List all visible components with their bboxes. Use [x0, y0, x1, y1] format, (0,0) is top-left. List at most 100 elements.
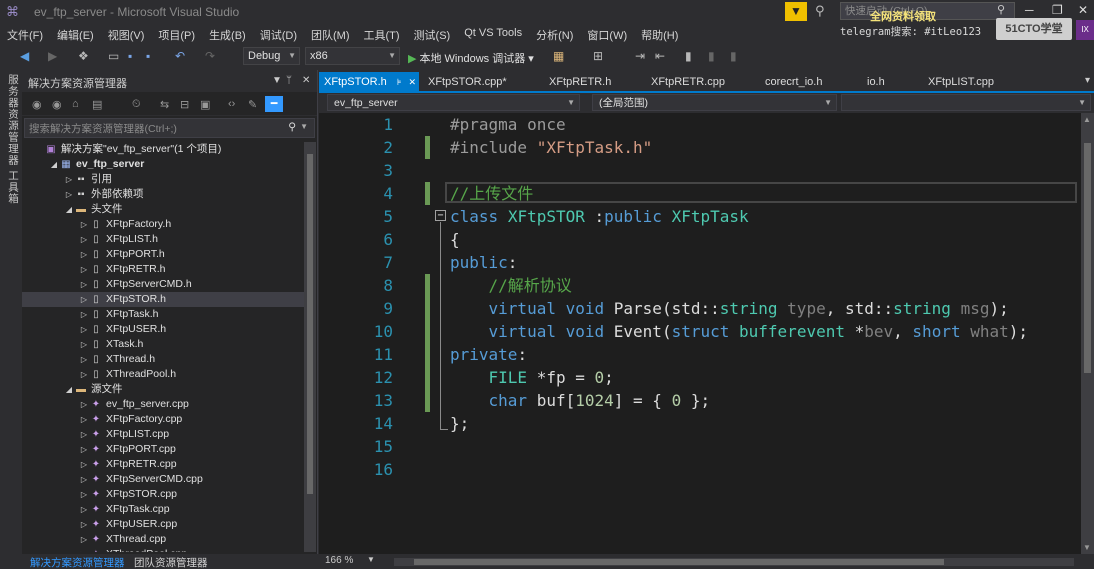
collapse-all-icon[interactable]: ⊟: [180, 98, 189, 111]
collapsed-arrow-icon[interactable]: ▷: [79, 487, 89, 502]
new-project-icon[interactable]: ❖: [78, 49, 89, 63]
search-icon[interactable]: ⚲: [997, 3, 1005, 16]
back-icon[interactable]: ◉: [32, 98, 42, 111]
collapse-toggle-icon[interactable]: −: [435, 210, 446, 221]
properties-icon[interactable]: ✎: [248, 98, 257, 111]
configuration-select[interactable]: Debug ▼: [243, 47, 300, 65]
collapsed-arrow-icon[interactable]: ▷: [79, 292, 89, 307]
collapsed-arrow-icon[interactable]: ▷: [79, 337, 89, 352]
menu-window[interactable]: 窗口(W): [580, 24, 634, 44]
redo-icon[interactable]: ↷: [205, 49, 215, 63]
menu-tools[interactable]: 工具(T): [357, 24, 407, 44]
collapsed-arrow-icon[interactable]: ▷: [79, 322, 89, 337]
pin-icon[interactable]: ⊧: [397, 77, 402, 87]
tree-item[interactable]: ◢ ▦ ev_ftp_server: [22, 157, 304, 172]
close-icon[interactable]: ✕: [409, 77, 417, 87]
tree-scrollbar-thumb[interactable]: [307, 154, 313, 494]
chevron-down-icon[interactable]: ▼: [272, 75, 282, 86]
show-all-files-icon[interactable]: ▣: [200, 98, 210, 111]
tree-item[interactable]: ▷ ▯ XFtpServerCMD.h: [22, 277, 304, 292]
tree-item[interactable]: ◢ ▬ 头文件: [22, 202, 304, 217]
forward-icon[interactable]: ◉: [52, 98, 62, 111]
tab-overflow-icon[interactable]: ▾: [1085, 75, 1090, 86]
tree-item[interactable]: ▷ ▪▪ 外部依赖项: [22, 187, 304, 202]
project-scope-select[interactable]: ev_ftp_server ▼: [327, 94, 580, 111]
tree-item[interactable]: ▷ ▯ XThread.h: [22, 352, 304, 367]
solution-search-input[interactable]: 搜索解决方案资源管理器(Ctrl+;) ⚲ ▼: [24, 118, 315, 138]
start-debugging-button[interactable]: ▶ 本地 Windows 调试器 ▾: [408, 50, 534, 66]
menu-file[interactable]: 文件(F): [0, 24, 50, 44]
collapsed-arrow-icon[interactable]: ▷: [79, 247, 89, 262]
preview-selected-icon[interactable]: ━: [265, 96, 283, 112]
scroll-up-icon[interactable]: ▲: [1083, 115, 1091, 124]
collapsed-arrow-icon[interactable]: ▷: [79, 397, 89, 412]
tab-xftpstor-cpp[interactable]: XFtpSTOR.cpp*: [423, 72, 507, 92]
tree-item[interactable]: ▷ ✦ XThread.cpp: [22, 532, 304, 547]
tree-scrollbar[interactable]: [304, 142, 316, 552]
collapsed-arrow-icon[interactable]: ▷: [79, 277, 89, 292]
collapsed-arrow-icon[interactable]: ▷: [79, 427, 89, 442]
menu-team[interactable]: 团队(M): [304, 24, 357, 44]
collapsed-arrow-icon[interactable]: ▷: [79, 367, 89, 382]
tree-item[interactable]: ▷ ✦ XFtpTask.cpp: [22, 502, 304, 517]
tree-item[interactable]: ▷ ▯ XFtpPORT.h: [22, 247, 304, 262]
collapsed-arrow-icon[interactable]: ▷: [79, 442, 89, 457]
tree-item[interactable]: ◢ ▬ 源文件: [22, 382, 304, 397]
tree-item[interactable]: ▷ ▯ XFtpFactory.h: [22, 217, 304, 232]
server-explorer-tab[interactable]: 服务器资源管理器: [6, 74, 21, 166]
tree-item[interactable]: ▷ ✦ XFtpPORT.cpp: [22, 442, 304, 457]
tab-xftplist-cpp[interactable]: XFtpLIST.cpp: [923, 72, 994, 92]
collapsed-arrow-icon[interactable]: ▷: [79, 457, 89, 472]
forward-icon[interactable]: ▶: [48, 49, 57, 63]
prev-bookmark-icon[interactable]: ▮: [708, 49, 715, 63]
tree-item[interactable]: ▷ ▪▪ 引用: [22, 172, 304, 187]
restore-icon[interactable]: ❐: [1052, 3, 1063, 17]
menu-test[interactable]: 测试(S): [407, 24, 458, 44]
menu-build[interactable]: 生成(B): [202, 24, 253, 44]
tree-item[interactable]: ▷ ✦ XFtpFactory.cpp: [22, 412, 304, 427]
tree-item[interactable]: ▷ ✦ XFtpRETR.cpp: [22, 457, 304, 472]
tab-io-h[interactable]: io.h: [862, 72, 885, 92]
tab-xftpretr-cpp[interactable]: XFtpRETR.cpp: [646, 72, 725, 92]
editor-scrollbar-thumb[interactable]: [1084, 143, 1091, 373]
tree-item[interactable]: ▷ ▯ XFtpSTOR.h: [22, 292, 304, 307]
save-icon[interactable]: ▪: [128, 49, 132, 63]
expanded-arrow-icon[interactable]: ◢: [64, 382, 74, 397]
bookmark-icon[interactable]: ▮: [685, 49, 692, 63]
menu-analyze[interactable]: 分析(N): [529, 24, 580, 44]
editor-vertical-scrollbar[interactable]: ▲ ▼: [1081, 113, 1094, 554]
back-icon[interactable]: ◀: [20, 49, 29, 63]
open-file-icon[interactable]: ▭: [108, 49, 119, 63]
chevron-down-icon[interactable]: ▼: [300, 122, 308, 131]
home-icon[interactable]: ⌂: [72, 98, 79, 110]
collapsed-arrow-icon[interactable]: ▷: [79, 412, 89, 427]
tab-xftpstor-h[interactable]: XFtpSTOR.h ⊧ ✕: [319, 72, 419, 92]
code-editor[interactable]: 1 2 3 4 5 6 7 8 9 10 11 12 13 14 15 16 − #pragma once #…: [319, 113, 1081, 554]
menu-project[interactable]: 项目(P): [151, 24, 202, 44]
tab-solution-explorer[interactable]: 解决方案资源管理器: [30, 555, 125, 569]
tree-item[interactable]: ▷ ▯ XFtpUSER.h: [22, 322, 304, 337]
menu-debug[interactable]: 调试(D): [253, 24, 304, 44]
outdent-icon[interactable]: ⇤: [655, 49, 665, 63]
filter-icon[interactable]: ▼: [785, 2, 807, 21]
menu-edit[interactable]: 编辑(E): [50, 24, 101, 44]
switch-views-icon[interactable]: ▤: [92, 98, 102, 111]
tree-item[interactable]: ▷✦XThreadPool.cpp: [22, 547, 304, 552]
next-bookmark-icon[interactable]: ▮: [730, 49, 737, 63]
close-icon[interactable]: ✕: [1078, 3, 1088, 17]
platform-select[interactable]: x86 ▼: [305, 47, 400, 65]
collapsed-arrow-icon[interactable]: ▷: [79, 307, 89, 322]
member-scope-select[interactable]: ▼: [841, 94, 1091, 111]
collapsed-arrow-icon[interactable]: ▷: [79, 232, 89, 247]
editor-horizontal-scrollbar[interactable]: [394, 558, 1074, 566]
close-icon[interactable]: ✕: [302, 75, 310, 86]
undo-icon[interactable]: ↶: [175, 49, 185, 63]
user-icon[interactable]: ⚲: [815, 3, 825, 19]
collapsed-arrow-icon[interactable]: ▷: [79, 517, 89, 532]
collapsed-arrow-icon[interactable]: ▷: [64, 187, 74, 202]
tree-item[interactable]: ▣ 解决方案"ev_ftp_server"(1 个项目): [22, 142, 304, 157]
expanded-arrow-icon[interactable]: ◢: [49, 157, 59, 172]
tree-item[interactable]: ▷ ▯ XThreadPool.h: [22, 367, 304, 382]
collapsed-arrow-icon[interactable]: ▷: [79, 217, 89, 232]
zoom-level[interactable]: 166 %: [325, 555, 353, 566]
